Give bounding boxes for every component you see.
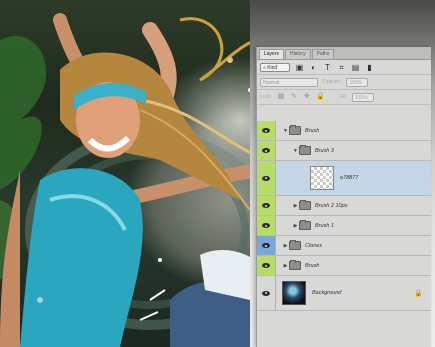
adjustment-filter-icon[interactable]: ◐ — [309, 63, 318, 72]
filter-toggle-icon[interactable]: ▮ — [365, 63, 374, 72]
visibility-toggle[interactable] — [257, 161, 276, 195]
layer-name: Brush — [305, 127, 320, 134]
visibility-toggle[interactable] — [257, 141, 276, 160]
tab-layers[interactable]: Layers — [259, 49, 285, 59]
blend-row: Normal Opacity: 100% — [257, 75, 431, 90]
eye-icon — [262, 175, 270, 181]
blend-mode-select[interactable]: Normal — [260, 77, 318, 87]
layer-row[interactable]: ▼ Brush 3 — [257, 141, 431, 161]
layers-list: ▼ Brush ▼ Brush 3 e78877 ▶ Brush 2 10px — [257, 121, 431, 311]
folder-icon — [299, 220, 311, 230]
visibility-toggle[interactable] — [257, 256, 276, 275]
lock-row: Lock: ▦ ✎ ✥ 🔒 Fill: 100% — [257, 90, 431, 105]
layer-name: Brush 1 — [315, 222, 334, 229]
chevron-right-icon[interactable]: ▶ — [292, 203, 299, 209]
lock-move-icon[interactable]: ✥ — [303, 93, 311, 101]
folder-icon — [289, 240, 301, 250]
visibility-toggle[interactable] — [257, 236, 276, 255]
eye-icon — [262, 148, 270, 153]
layer-name: e78877 — [340, 175, 359, 181]
lock-all-icon[interactable]: 🔒 — [316, 93, 325, 101]
layer-name: Brush — [305, 262, 320, 269]
folder-icon — [289, 260, 301, 270]
tab-paths[interactable]: Paths — [311, 49, 335, 59]
layer-row[interactable]: ▶ Clones — [257, 236, 431, 256]
panel-tabs: Layers History Paths — [257, 47, 431, 60]
layer-row-selected[interactable]: e78877 — [257, 161, 431, 196]
fill-field[interactable]: 100% — [351, 92, 374, 102]
visibility-toggle[interactable] — [257, 276, 276, 310]
search-icon: ⌕ — [263, 64, 266, 71]
layer-name: Clones — [305, 242, 323, 249]
layer-row[interactable]: ▶ Brush 2 10px — [257, 196, 431, 216]
chevron-right-icon[interactable]: ▶ — [282, 263, 289, 269]
layer-name: Background — [312, 290, 342, 296]
eye-icon — [262, 243, 270, 248]
layer-row[interactable]: ▶ Brush 1 — [257, 216, 431, 236]
opacity-field[interactable]: 100% — [346, 77, 369, 87]
layer-name: Brush 2 10px — [315, 202, 348, 209]
layer-row[interactable]: ▼ Brush — [257, 121, 431, 141]
kind-filter-dropdown[interactable]: ⌕ Kind — [260, 62, 290, 72]
layers-panel: Layers History Paths ⌕ Kind ▣ ◐ T ⌗ ▤ ▮ … — [256, 47, 431, 347]
shape-filter-icon[interactable]: ⌗ — [337, 63, 346, 72]
eye-icon — [262, 290, 270, 296]
visibility-toggle[interactable] — [257, 196, 276, 215]
chevron-right-icon[interactable]: ▶ — [282, 243, 289, 249]
type-filter-icon[interactable]: T — [323, 63, 332, 72]
layer-row-background[interactable]: Background 🔒 — [257, 276, 431, 311]
filter-row: ⌕ Kind ▣ ◐ T ⌗ ▤ ▮ — [257, 60, 431, 75]
kind-filter-label: Kind — [267, 64, 278, 71]
layer-thumbnail — [282, 281, 306, 305]
layer-name: Brush 3 — [315, 147, 334, 154]
eye-icon — [262, 203, 270, 208]
folder-icon — [299, 200, 311, 210]
lock-icon: 🔒 — [414, 290, 423, 297]
layer-thumbnail — [310, 166, 334, 190]
lock-label: Lock: — [260, 94, 272, 100]
smart-object-filter-icon[interactable]: ▤ — [351, 63, 360, 72]
visibility-toggle[interactable] — [257, 216, 276, 235]
lock-brush-icon[interactable]: ✎ — [290, 93, 298, 101]
opacity-label: Opacity: — [323, 79, 342, 85]
fill-label: Fill: — [338, 94, 347, 100]
lock-transparent-icon[interactable]: ▦ — [277, 93, 285, 101]
chevron-down-icon[interactable]: ▼ — [282, 128, 289, 134]
visibility-toggle[interactable] — [257, 121, 276, 140]
image-filter-icon[interactable]: ▣ — [295, 63, 304, 72]
eye-icon — [262, 263, 270, 268]
folder-icon — [289, 125, 301, 135]
chevron-down-icon[interactable]: ▼ — [292, 148, 299, 154]
tab-history[interactable]: History — [285, 49, 311, 59]
eye-icon — [262, 128, 270, 133]
layer-row[interactable]: ▶ Brush — [257, 256, 431, 276]
eye-icon — [262, 223, 270, 228]
chevron-right-icon[interactable]: ▶ — [292, 223, 299, 229]
folder-icon — [299, 145, 311, 155]
